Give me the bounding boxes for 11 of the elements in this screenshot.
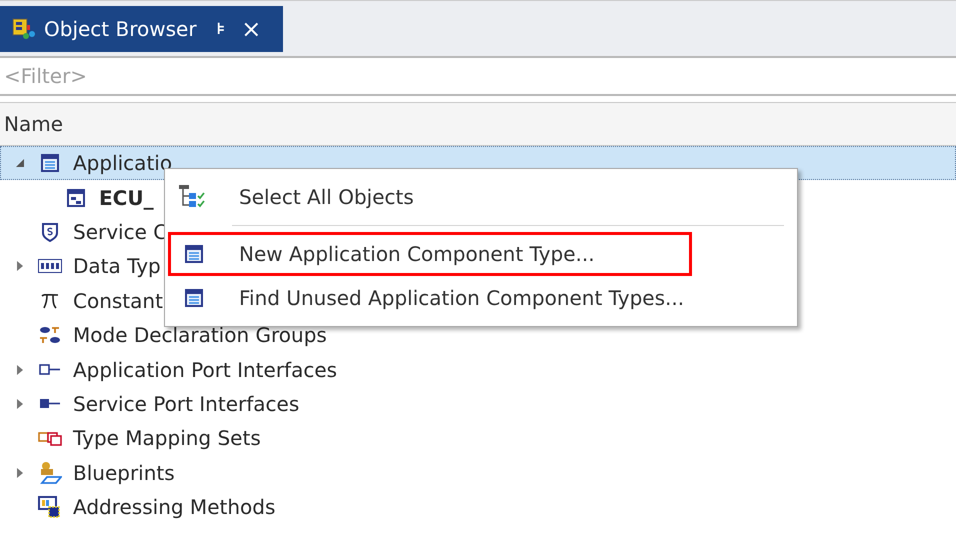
tree-item-label: Mode Declaration Groups [73, 322, 327, 350]
tree-item-label: Type Mapping Sets [73, 425, 261, 452]
tree-item-label: Constant [73, 288, 163, 315]
tree-item-label: Addressing Methods [73, 494, 276, 522]
tree-item-label: ECU_ [99, 184, 154, 212]
tab-title: Object Browser [44, 16, 197, 43]
tree-item-label: Service Port Interfaces [73, 390, 300, 418]
tree-item-label: Data Typ [73, 253, 161, 280]
tree-item-label: Blueprints [73, 460, 175, 487]
tree-item-label: Application Port Interfaces [73, 356, 338, 384]
tree-item-label: Applicatio [73, 150, 172, 178]
